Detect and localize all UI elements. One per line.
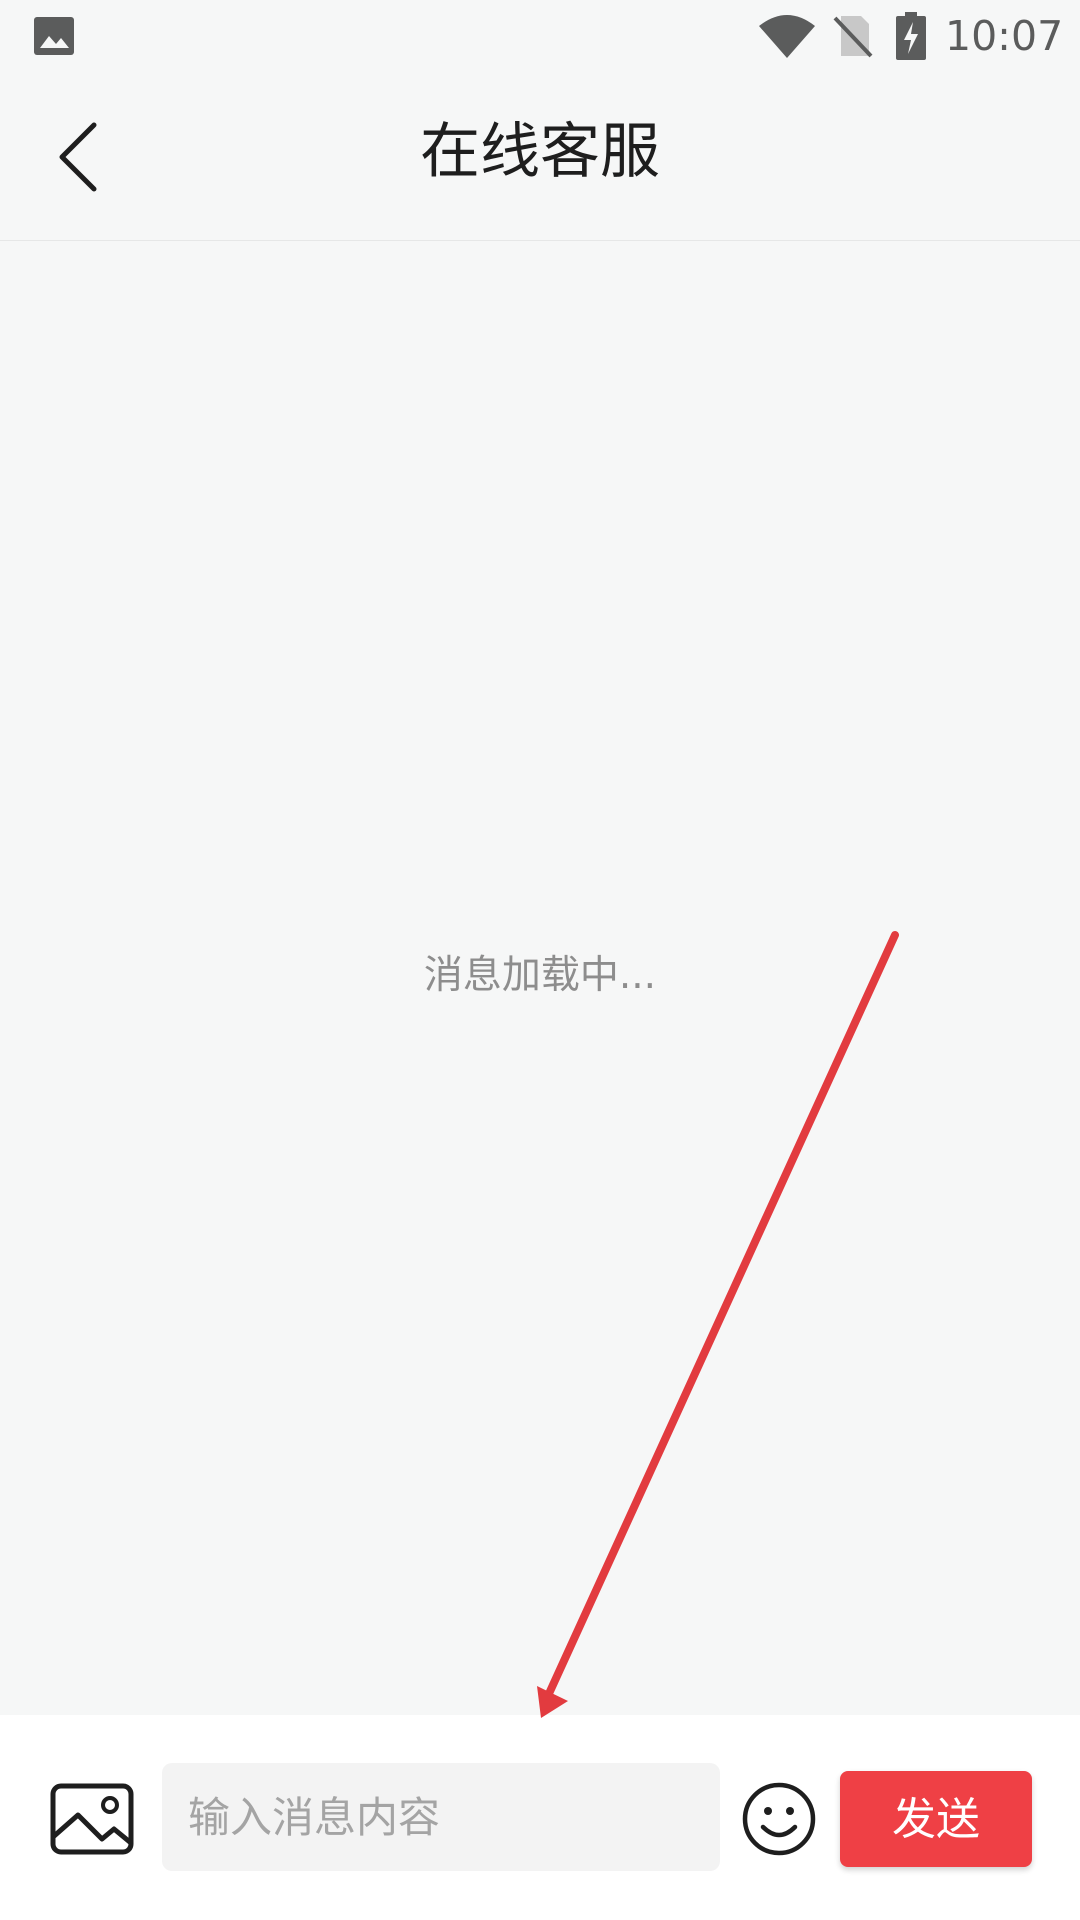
image-icon [50,1783,134,1855]
no-sim-icon [833,16,873,58]
app-bar: 在线客服 [0,73,1080,241]
message-composer: 发送 [0,1715,1080,1920]
send-button[interactable]: 发送 [840,1771,1032,1867]
send-image-button[interactable] [50,1783,134,1855]
loading-text: 消息加载中... [423,953,657,998]
status-time: 10:07 [945,12,1064,60]
battery-charging-icon [896,12,926,60]
emoji-button[interactable] [741,1781,817,1857]
wifi-icon [759,15,815,58]
message-input[interactable] [162,1763,720,1871]
emoji-icon [742,1782,816,1856]
image-notification-icon [34,17,74,55]
page-title: 在线客服 [420,117,660,187]
message-list[interactable]: 消息加载中... [0,241,1080,1715]
status-bar: 10:07 [0,0,1080,73]
